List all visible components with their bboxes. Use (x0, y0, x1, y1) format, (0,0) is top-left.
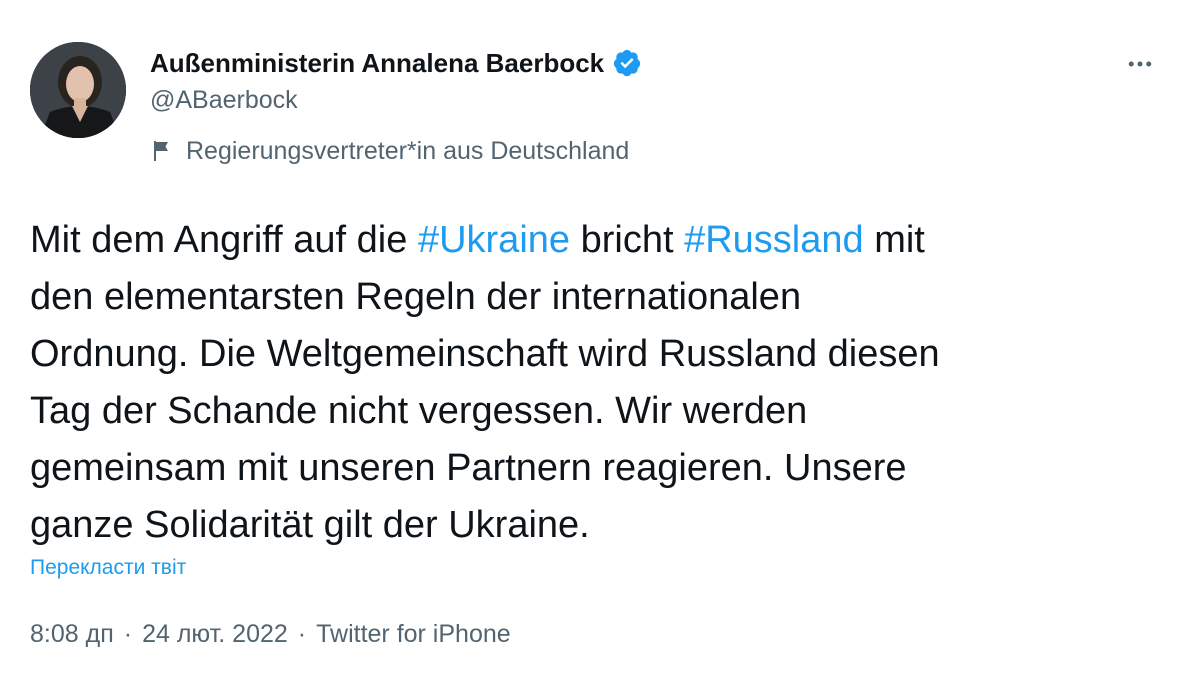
tweet-meta: 8:08 дп · 24 лют. 2022 · Twitter for iPh… (30, 620, 511, 649)
tweet-time[interactable]: 8:08 дп (30, 620, 114, 649)
government-label: Regierungsvertreter*in aus Deutschland (186, 136, 630, 165)
tweet-text-line: ganze Solidarität gilt der Ukraine. (30, 497, 1170, 554)
hashtag-link[interactable]: #Russland (684, 219, 864, 261)
author-name-row: Außenministerin Annalena Baerbock (150, 44, 642, 82)
tweet-text-segment: Tag der Schande nicht vergessen. Wir wer… (30, 390, 808, 432)
tweet-text-line: den elementarsten Regeln der internation… (30, 269, 1170, 326)
tweet-text: Mit dem Angriff auf die #Ukraine bricht … (30, 212, 1170, 554)
tweet-text-segment: bricht (570, 219, 685, 261)
meta-separator: · (123, 620, 133, 648)
tweet-text-line: Tag der Schande nicht vergessen. Wir wer… (30, 383, 1170, 440)
tweet-text-segment: mit (863, 219, 925, 261)
hashtag-link[interactable]: #Ukraine (418, 219, 570, 261)
author-handle[interactable]: @ABaerbock (150, 86, 298, 115)
meta-separator: · (297, 620, 307, 648)
tweet-text-segment: ganze Solidarität gilt der Ukraine. (30, 504, 590, 546)
avatar[interactable] (30, 42, 126, 138)
author-name[interactable]: Außenministerin Annalena Baerbock (150, 48, 604, 79)
tweet-text-segment: gemeinsam mit unseren Partnern reagieren… (30, 447, 907, 489)
verified-badge-icon (612, 48, 642, 78)
tweet-date[interactable]: 24 лют. 2022 (142, 620, 288, 649)
tweet-text-segment: Mit dem Angriff auf die (30, 219, 418, 261)
tweet-text-line: Mit dem Angriff auf die #Ukraine bricht … (30, 212, 1170, 269)
tweet-source[interactable]: Twitter for iPhone (316, 620, 511, 649)
more-icon (1128, 61, 1152, 67)
government-label-row: Regierungsvertreter*in aus Deutschland (150, 134, 629, 168)
tweet-card: Außenministerin Annalena Baerbock @ABaer… (0, 0, 1192, 688)
tweet-text-line: gemeinsam mit unseren Partnern reagieren… (30, 440, 1170, 497)
flag-icon (150, 139, 174, 163)
tweet-text-segment: den elementarsten Regeln der internation… (30, 276, 802, 318)
translate-tweet-link[interactable]: Перекласти твіт (30, 556, 186, 580)
more-button[interactable] (1120, 44, 1160, 84)
tweet-text-segment: Ordnung. Die Weltgemeinschaft wird Russl… (30, 333, 940, 375)
avatar-image (30, 42, 126, 138)
tweet-text-line: Ordnung. Die Weltgemeinschaft wird Russl… (30, 326, 1170, 383)
